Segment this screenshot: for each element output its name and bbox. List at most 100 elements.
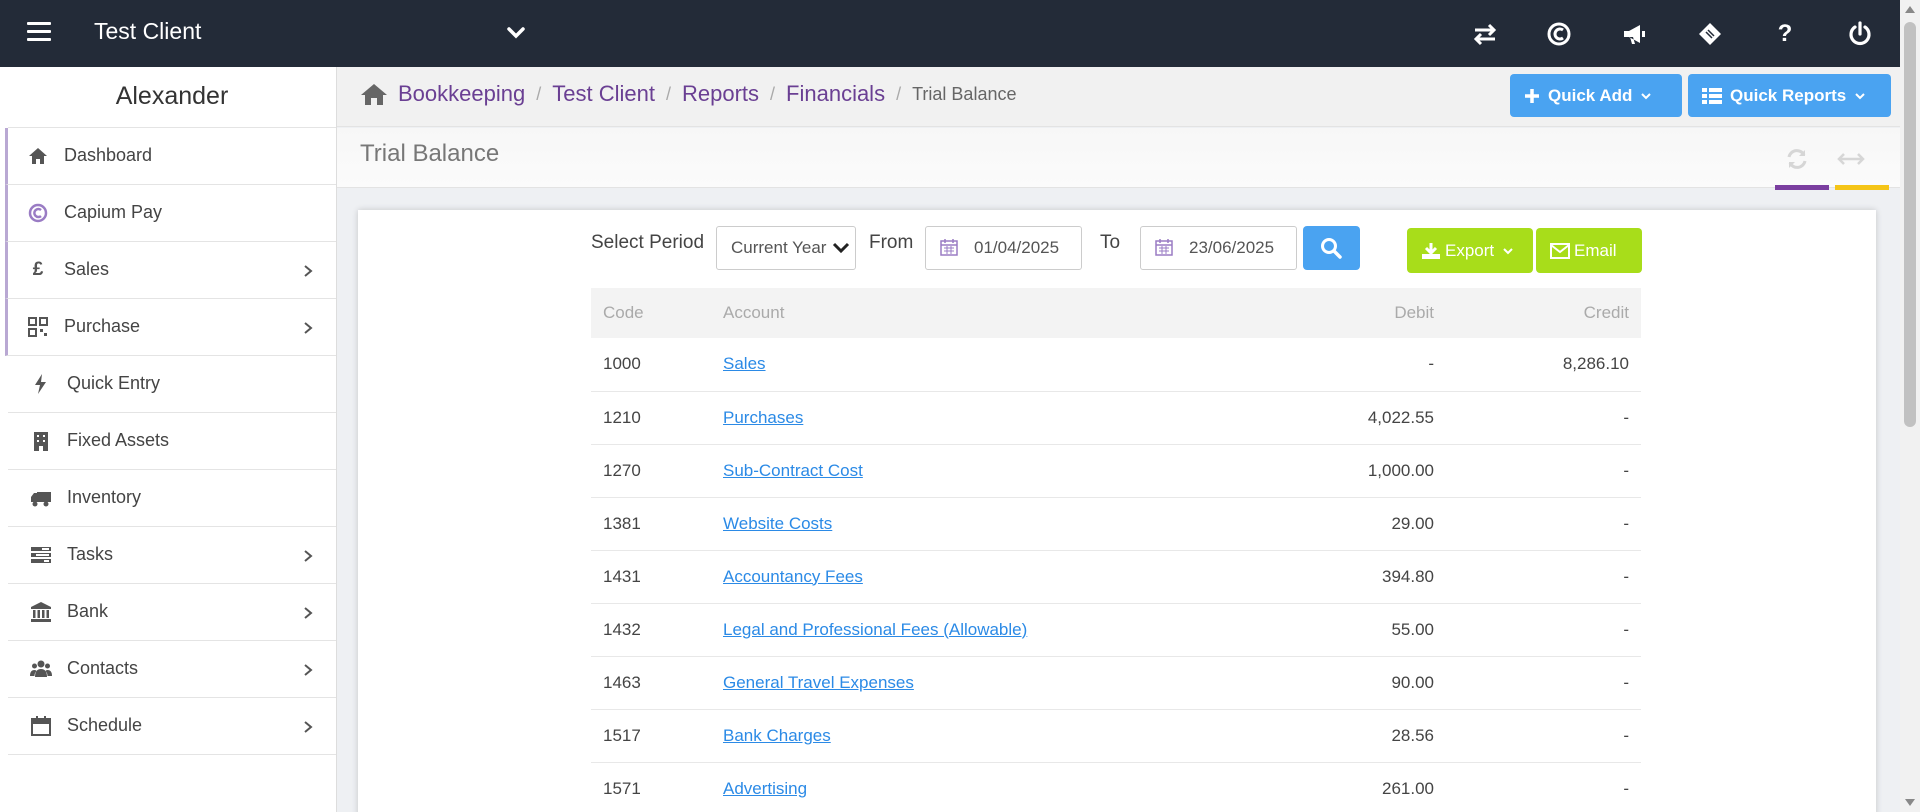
account-link[interactable]: Sales (723, 354, 766, 373)
quick-reports-button[interactable]: Quick Reports (1688, 74, 1891, 117)
breadcrumb-test-client[interactable]: Test Client (552, 81, 655, 107)
switch-icon[interactable] (1471, 20, 1499, 48)
qrcode-icon (28, 317, 48, 337)
bolt-icon (35, 374, 46, 394)
account-link[interactable]: Advertising (723, 779, 807, 798)
capium-pay-icon (28, 203, 48, 223)
vertical-scrollbar[interactable] (1900, 0, 1920, 812)
active-tab-indicator (1775, 185, 1829, 190)
sidebar-item-label: Contacts (67, 658, 139, 678)
to-date-value: 23/06/2025 (1189, 238, 1275, 257)
cell-credit: - (1446, 656, 1641, 710)
home-icon (29, 148, 47, 164)
refresh-icon[interactable] (1783, 148, 1811, 170)
cell-debit: 29.00 (1246, 497, 1446, 551)
power-icon[interactable] (1846, 20, 1874, 48)
email-button[interactable]: Email (1536, 228, 1642, 273)
account-link[interactable]: Legal and Professional Fees (Allowable) (723, 620, 1027, 639)
home-icon[interactable] (360, 82, 388, 106)
scrollbar-thumb[interactable] (1904, 22, 1916, 427)
chevron-right-icon (304, 607, 313, 619)
breadcrumb-separator: / (536, 83, 542, 104)
report-card: Select Period Current Year From 01/04/20… (358, 210, 1876, 812)
export-button[interactable]: Export (1407, 228, 1533, 273)
quick-add-button[interactable]: Quick Add (1510, 74, 1682, 117)
account-link[interactable]: Purchases (723, 408, 803, 427)
download-icon (1422, 242, 1440, 259)
cell-code: 1270 (591, 444, 711, 498)
account-link[interactable]: General Travel Expenses (723, 673, 914, 692)
to-date-input[interactable]: 23/06/2025 (1140, 226, 1297, 270)
scroll-down-arrow-icon[interactable] (1905, 799, 1915, 806)
user-name: Alexander (8, 67, 336, 128)
breadcrumb-bookkeeping[interactable]: Bookkeeping (398, 81, 525, 107)
cell-account: Sales (711, 338, 1246, 392)
breadcrumb-current: Trial Balance (912, 83, 1017, 104)
cell-credit: - (1446, 497, 1641, 551)
account-link[interactable]: Accountancy Fees (723, 567, 863, 586)
chevron-right-icon (304, 265, 313, 277)
account-link[interactable]: Sub-Contract Cost (723, 461, 863, 480)
search-button[interactable] (1303, 226, 1360, 270)
table-row: 1571 Advertising 261.00 - (591, 762, 1641, 812)
sidebar-item-purchase[interactable]: Purchase (5, 299, 336, 356)
sidebar-item-contacts[interactable]: Contacts (8, 641, 336, 698)
table-row: 1431 Accountancy Fees 394.80 - (591, 550, 1641, 604)
from-date-input[interactable]: 01/04/2025 (925, 226, 1082, 270)
scroll-up-arrow-icon[interactable] (1905, 6, 1915, 13)
bank-icon (31, 602, 51, 622)
sidebar-item-tasks[interactable]: Tasks (8, 527, 336, 584)
breadcrumb-reports[interactable]: Reports (682, 81, 759, 107)
breadcrumb-financials[interactable]: Financials (786, 81, 885, 107)
cell-credit: - (1446, 550, 1641, 604)
period-select-value: Current Year (731, 238, 827, 257)
account-link[interactable]: Bank Charges (723, 726, 831, 745)
cell-credit: - (1446, 762, 1641, 812)
cell-code: 1431 (591, 550, 711, 604)
cell-account: Accountancy Fees (711, 550, 1246, 604)
menu-icon[interactable] (27, 22, 51, 42)
column-header-credit[interactable]: Credit (1446, 288, 1641, 338)
chevron-down-icon[interactable] (505, 22, 527, 44)
cell-account: Advertising (711, 762, 1246, 812)
cell-debit: 28.56 (1246, 709, 1446, 763)
sidebar-item-label: Sales (64, 259, 110, 279)
table-row: 1432 Legal and Professional Fees (Allowa… (591, 603, 1641, 657)
account-link[interactable]: Website Costs (723, 514, 832, 533)
sidebar-item-dashboard[interactable]: Dashboard (5, 128, 336, 185)
calendar-icon (31, 716, 51, 736)
column-header-debit[interactable]: Debit (1246, 288, 1446, 338)
client-name[interactable]: Test Client (94, 18, 201, 45)
help-icon[interactable]: ? (1771, 20, 1799, 48)
cell-code: 1463 (591, 656, 711, 710)
sidebar-item-bank[interactable]: Bank (8, 584, 336, 641)
ticket-icon[interactable] (1696, 20, 1724, 48)
quick-add-label: Quick Add (1548, 85, 1633, 105)
cell-debit: 90.00 (1246, 656, 1446, 710)
column-header-account[interactable]: Account (711, 288, 1246, 338)
chevron-right-icon (304, 721, 313, 733)
period-select[interactable]: Current Year (716, 226, 856, 270)
sidebar-item-schedule[interactable]: Schedule (8, 698, 336, 755)
sidebar-item-sales[interactable]: £ Sales (5, 242, 336, 299)
sidebar-item-inventory[interactable]: Inventory (8, 470, 336, 527)
to-label: To (1100, 232, 1121, 253)
table-icon (1702, 87, 1722, 104)
sidebar-item-capium-pay[interactable]: Capium Pay (5, 185, 336, 242)
search-icon (1321, 238, 1342, 259)
from-date-value: 01/04/2025 (974, 238, 1060, 257)
chevron-down-icon (1855, 92, 1865, 99)
table-row: 1000 Sales - 8,286.10 (591, 338, 1641, 392)
sidebar-item-label: Fixed Assets (67, 430, 170, 450)
capium-icon[interactable] (1545, 20, 1573, 48)
cell-account: Purchases (711, 391, 1246, 445)
sidebar-item-fixed-assets[interactable]: Fixed Assets (8, 413, 336, 470)
calendar-icon (1155, 239, 1173, 256)
table-row: 1517 Bank Charges 28.56 - (591, 709, 1641, 763)
expand-horizontal-icon[interactable] (1837, 148, 1865, 170)
megaphone-icon[interactable] (1620, 20, 1648, 48)
breadcrumb-separator: / (896, 83, 902, 104)
sidebar-item-quick-entry[interactable]: Quick Entry (8, 356, 336, 413)
breadcrumb-separator: / (665, 83, 671, 104)
column-header-code[interactable]: Code (591, 288, 711, 338)
